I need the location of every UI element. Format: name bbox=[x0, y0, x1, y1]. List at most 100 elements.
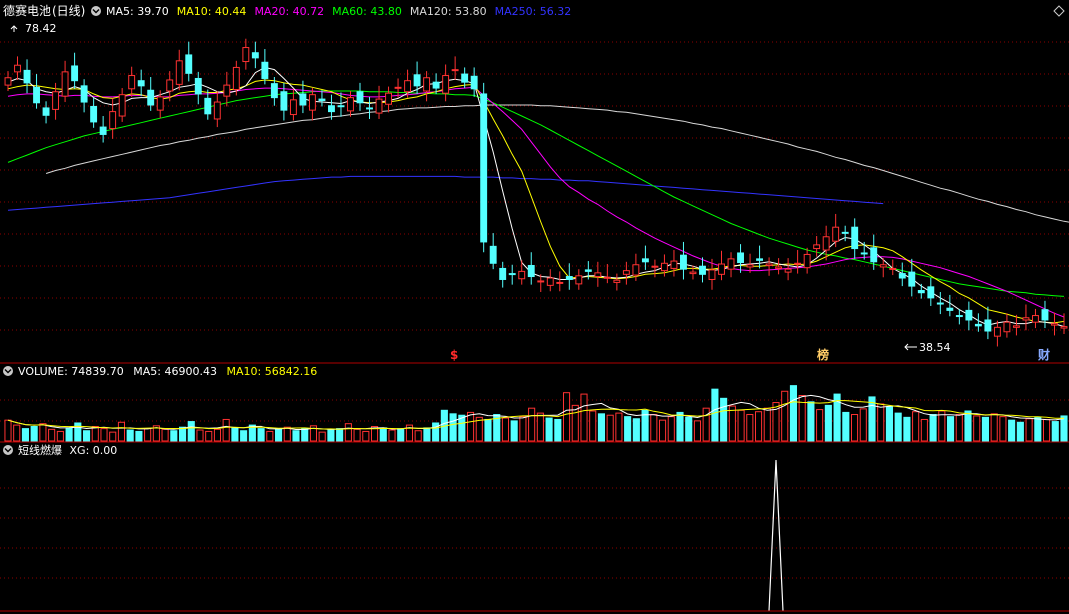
volume-bar-up bbox=[48, 428, 56, 442]
candle-body-down bbox=[955, 315, 963, 318]
candle-body-up bbox=[223, 84, 231, 97]
volume-bar-down bbox=[135, 430, 143, 442]
volume-bar-down bbox=[789, 385, 798, 442]
volume-bar-up bbox=[562, 392, 571, 442]
xg-label: XG bbox=[70, 444, 86, 457]
candle-body-up bbox=[109, 111, 117, 130]
candle-body-down bbox=[927, 286, 935, 299]
volume-bar-up bbox=[999, 416, 1007, 442]
indicator-header: 短线燃爆 XG: 0.00 bbox=[3, 443, 117, 457]
candle-body-up bbox=[651, 265, 659, 268]
volume-bar-down bbox=[720, 397, 728, 442]
candle-body-up bbox=[1003, 321, 1011, 333]
volume-ma10-label: MA10 bbox=[226, 365, 257, 378]
volume-bar-up bbox=[144, 428, 152, 442]
volume-bar-down bbox=[903, 416, 911, 442]
volume-bar-up bbox=[100, 428, 108, 442]
volume-ma5-label: MA5 bbox=[133, 365, 157, 378]
ma-toggle-button[interactable] bbox=[91, 6, 101, 16]
ma-legend-item-ma5: MA5: 39.70 bbox=[106, 5, 169, 18]
colon-sep: : bbox=[157, 365, 164, 378]
volume-bar-up bbox=[353, 428, 361, 442]
volume-bar-down bbox=[545, 417, 553, 442]
candle-body-down bbox=[80, 85, 88, 103]
volume-bar-up bbox=[973, 415, 981, 442]
marker-dollar[interactable]: $ bbox=[450, 348, 458, 362]
candle-body-up bbox=[52, 91, 60, 110]
candle-body-up bbox=[1022, 317, 1030, 321]
colon-sep: : bbox=[64, 365, 71, 378]
stock-name: 德赛电池 bbox=[3, 3, 51, 18]
candle-body-up bbox=[213, 101, 221, 120]
volume-bar-up bbox=[528, 407, 536, 442]
volume-bar-up bbox=[109, 431, 117, 442]
volume-bar-up bbox=[362, 430, 370, 442]
candle-body-up bbox=[423, 77, 431, 92]
candle[interactable] bbox=[480, 82, 488, 253]
candle-body-up bbox=[442, 75, 450, 94]
candle-body-up bbox=[993, 326, 1001, 337]
candle-body-up bbox=[451, 69, 459, 72]
volume-bar-down bbox=[257, 428, 265, 442]
candle-body-down bbox=[851, 226, 859, 250]
volume-bar-up bbox=[667, 416, 675, 442]
volume-bar-up bbox=[877, 403, 885, 442]
candle-body-up bbox=[822, 236, 830, 251]
candle-body-down bbox=[71, 65, 79, 82]
ma-legend-item-ma10: MA10: 40.44 bbox=[177, 5, 247, 18]
volume-bar-up bbox=[615, 412, 623, 442]
candle-body-down bbox=[461, 73, 469, 83]
candle-body-down bbox=[280, 91, 288, 111]
volume-toggle-button[interactable] bbox=[3, 366, 13, 376]
volume-bar-down bbox=[842, 411, 850, 442]
volume-bar-up bbox=[990, 413, 998, 442]
candle-body-down bbox=[470, 75, 478, 90]
candle-body-up bbox=[594, 272, 602, 278]
candle-body-down bbox=[680, 254, 687, 270]
candle-body-down bbox=[936, 302, 944, 305]
candle-body-up bbox=[889, 267, 897, 270]
candle-body-up bbox=[175, 60, 183, 85]
ma-legend-item-ma60: MA60: 43.80 bbox=[332, 5, 402, 18]
max-price-label: 78.42 bbox=[25, 22, 57, 35]
volume-bar-down bbox=[379, 427, 387, 442]
volume-bar-down bbox=[929, 414, 937, 442]
volume-bar-up bbox=[920, 418, 928, 442]
candle-body-down bbox=[984, 319, 992, 332]
volume-bar-up bbox=[266, 430, 274, 442]
candle-body-down bbox=[641, 258, 649, 263]
volume-bar-up bbox=[466, 411, 475, 442]
candle-body-down bbox=[480, 93, 488, 243]
volume-bar-down bbox=[449, 413, 457, 442]
volume-ma5-value: 46900.43 bbox=[164, 365, 217, 378]
candle-body-up bbox=[404, 80, 412, 93]
candle-body-down bbox=[90, 105, 98, 123]
candle-body-up bbox=[61, 71, 69, 97]
candle-body-up bbox=[242, 47, 250, 63]
volume-bar-up bbox=[519, 416, 527, 442]
marker-rank[interactable]: 榜 bbox=[817, 347, 829, 362]
candle-body-down bbox=[261, 61, 269, 79]
candle-body-up bbox=[4, 77, 12, 86]
candle-body-down bbox=[99, 126, 107, 135]
volume-header-text: VOLUME: 74839.70 MA5: 46900.43 MA10: 568… bbox=[18, 365, 317, 378]
candle-body-up bbox=[347, 97, 354, 112]
volume-bar-down bbox=[632, 418, 640, 442]
volume-bar-down bbox=[510, 420, 518, 442]
candle-body-down bbox=[974, 323, 982, 327]
marker-finance[interactable]: 财 bbox=[1037, 347, 1050, 362]
candle-body-down bbox=[737, 252, 744, 264]
volume-bar-up bbox=[728, 405, 736, 442]
volume-bar-down bbox=[1051, 421, 1059, 442]
volume-bar-up bbox=[318, 431, 326, 442]
volume-bar-down bbox=[301, 428, 309, 442]
volume-bar-up bbox=[13, 424, 21, 442]
volume-bar-down bbox=[807, 401, 815, 442]
volume-bar-up bbox=[205, 430, 213, 442]
volume-bar-up bbox=[213, 428, 222, 442]
indicator-toggle-button[interactable] bbox=[3, 445, 13, 455]
min-price-label: 38.54 bbox=[919, 341, 951, 354]
candle-body-up bbox=[689, 271, 697, 275]
volume-bar-down bbox=[397, 428, 405, 442]
candle-body-up bbox=[794, 262, 802, 265]
